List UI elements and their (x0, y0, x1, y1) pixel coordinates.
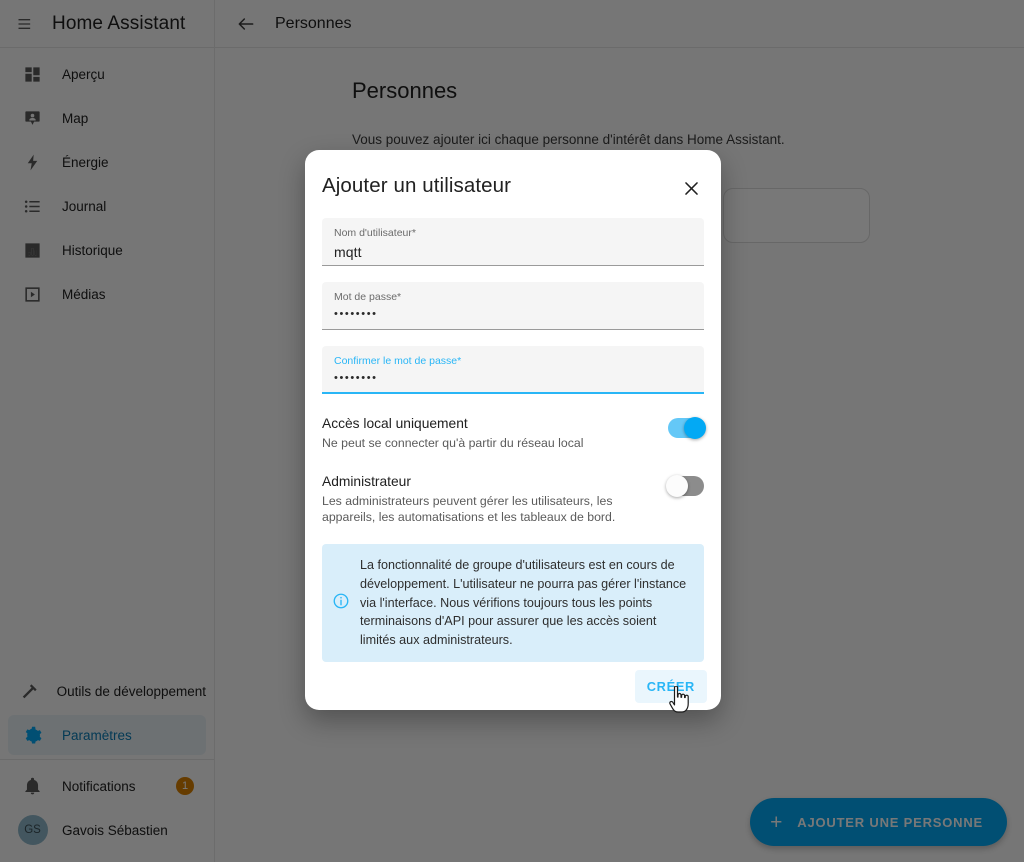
close-icon[interactable] (677, 174, 705, 202)
confirm-password-value: •••••••• (334, 371, 378, 384)
password-field[interactable]: Mot de passe* •••••••• (322, 282, 704, 330)
username-label: Nom d'utilisateur* (334, 227, 416, 239)
local-only-description: Ne peut se connecter qu'à partir du rése… (322, 436, 584, 450)
dialog-actions: CRÉER (305, 662, 721, 710)
toggle-knob (666, 474, 688, 497)
toggle-knob (684, 417, 706, 439)
username-field[interactable]: Nom d'utilisateur* mqtt (322, 218, 704, 266)
dialog-body: Nom d'utilisateur* mqtt Mot de passe* ••… (305, 202, 721, 663)
username-value: mqtt (334, 243, 362, 260)
group-notice: La fonctionnalité de groupe d'utilisateu… (322, 543, 704, 663)
local-only-row: Accès local uniquement Ne peut se connec… (322, 416, 706, 452)
screen: Home Assistant Aperçu Map (0, 0, 1024, 862)
password-label: Mot de passe* (334, 291, 402, 303)
add-user-dialog: Ajouter un utilisateur Nom d'utilisateur… (305, 150, 721, 710)
administrator-text: Administrateur Les administrateurs peuve… (322, 474, 656, 526)
administrator-toggle[interactable] (666, 474, 704, 497)
group-notice-text: La fonctionnalité de groupe d'utilisateu… (360, 557, 687, 648)
administrator-description: Les administrateurs peuvent gérer les ut… (322, 493, 616, 525)
password-value: •••••••• (334, 307, 378, 320)
confirm-password-label: Confirmer le mot de passe* (334, 355, 462, 367)
administrator-row: Administrateur Les administrateurs peuve… (322, 474, 704, 526)
local-only-text: Accès local uniquement Ne peut se connec… (322, 416, 656, 452)
information-outline-icon (332, 592, 350, 615)
confirm-password-field[interactable]: Confirmer le mot de passe* •••••••• (322, 346, 704, 394)
local-only-toggle[interactable] (668, 417, 706, 439)
create-button[interactable]: CRÉER (634, 670, 707, 704)
dialog-title: Ajouter un utilisateur (322, 174, 512, 197)
local-only-title: Accès local uniquement (322, 416, 468, 431)
dialog-header: Ajouter un utilisateur (305, 150, 721, 202)
administrator-title: Administrateur (322, 473, 411, 489)
